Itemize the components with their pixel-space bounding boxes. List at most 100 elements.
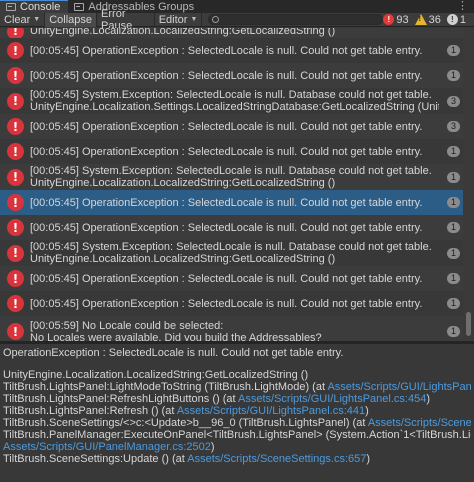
error-icon: ! xyxy=(7,295,24,312)
log-entry-text: UnityEngine.Localization.LocalizedString… xyxy=(30,28,439,37)
stack-frame-text: TiltBrush.SceneSettings:Update () (at xyxy=(3,453,188,465)
error-icon: ! xyxy=(7,92,24,110)
stack-frame: TiltBrush.SceneSettings/<>c:<Update>b__9… xyxy=(3,417,471,429)
log-entry-line: [00:05:45] System.Exception: SelectedLoc… xyxy=(30,241,432,253)
source-link[interactable]: Assets/Scripts/GUI/PanelManager.cs:2502 xyxy=(3,441,211,453)
collapse-count-badge: 1 xyxy=(447,247,460,259)
error-icon: ! xyxy=(7,42,24,59)
collapse-label: Collapse xyxy=(49,13,93,26)
error-icon: ! xyxy=(383,14,395,25)
log-entry[interactable]: ! [00:05:45] OperationException : Selecte… xyxy=(0,63,463,88)
log-entry-text: [00:05:45] OperationException : Selected… xyxy=(30,70,439,82)
error-icon: ! xyxy=(7,118,24,135)
log-list[interactable]: ! UnityEngine.Localization.LocalizedStrin… xyxy=(0,28,463,341)
log-entry[interactable]: ! [00:05:45] OperationException : Selecte… xyxy=(0,114,463,139)
log-entry-line: [00:05:59] No Locale could be selected: xyxy=(30,319,224,332)
editor-dropdown[interactable]: Editor ▼ xyxy=(155,12,203,27)
kebab-menu-icon[interactable]: ⋮ xyxy=(457,0,468,13)
chevron-down-icon: ▼ xyxy=(190,16,198,23)
console-icon xyxy=(6,3,16,11)
log-entry-line: UnityEngine.Localization.LocalizedString… xyxy=(30,28,336,37)
stack-frame-text: UnityEngine.Localization.LocalizedString… xyxy=(3,369,309,381)
collapse-count-badge: 1 xyxy=(447,298,460,309)
scrollbar-thumb[interactable] xyxy=(466,312,471,336)
log-entry-text: [00:05:45] OperationException : Selected… xyxy=(30,222,439,234)
error-icon: ! xyxy=(7,219,24,236)
log-entry[interactable]: ! [00:05:45] OperationException : Selecte… xyxy=(0,190,463,215)
log-entry-line: No Locales were available. Did you build… xyxy=(30,331,322,342)
collapse-count-badge: 1 xyxy=(447,273,460,284)
log-entry-line: [00:05:45] OperationException : Selected… xyxy=(30,120,423,133)
stack-frame: TiltBrush.LightsPanel:RefreshLightButton… xyxy=(3,393,471,405)
log-entry[interactable]: ! [00:05:59] No Locale could be selected:… xyxy=(0,316,463,341)
window-tab-bar: Console Addressables Groups ⋮ xyxy=(0,0,474,13)
collapse-count-badge: 1 xyxy=(447,197,460,208)
log-entry-line: [00:05:45] OperationException : Selected… xyxy=(30,44,423,57)
log-entry[interactable]: ! [00:05:45] OperationException : Selecte… xyxy=(0,291,463,316)
info-count-toggle[interactable]: ! 1 xyxy=(446,13,466,26)
log-entry-text: [00:05:45] System.Exception: SelectedLoc… xyxy=(30,241,439,265)
collapse-count-badge: 1 xyxy=(447,70,460,81)
source-link[interactable]: Assets/Scripts/GUI/LightsPanel.cs:485 xyxy=(327,381,471,393)
collapse-count-badge: 1 xyxy=(447,146,460,157)
log-entry-text: [00:05:59] No Locale could be selected: N… xyxy=(30,320,439,342)
log-entry-line: [00:05:45] OperationException : Selected… xyxy=(30,145,423,158)
log-entry[interactable]: ! [00:05:45] OperationException : Selecte… xyxy=(0,266,463,291)
error-icon: ! xyxy=(7,323,24,340)
stack-trace-panel: OperationException : SelectedLocale is n… xyxy=(0,344,474,482)
log-entry[interactable]: ! UnityEngine.Localization.LocalizedStrin… xyxy=(0,28,463,40)
error-icon: ! xyxy=(7,168,24,186)
log-entry-line: [00:05:45] System.Exception: SelectedLoc… xyxy=(30,165,432,177)
stack-frame-text: TiltBrush.SceneSettings/<>c:<Update>b__9… xyxy=(3,417,368,429)
log-entry-text: [00:05:45] OperationException : Selected… xyxy=(30,273,439,285)
clear-button[interactable]: Clear ▼ xyxy=(0,12,46,27)
collapse-count-badge: 1 xyxy=(447,171,460,183)
search-input[interactable] xyxy=(208,14,384,25)
log-counters: ! 93 ! 36 ! 1 xyxy=(383,14,474,26)
log-list-scrollbar[interactable] xyxy=(463,28,474,341)
log-entry-line: [00:05:45] OperationException : Selected… xyxy=(30,272,423,285)
addressables-icon xyxy=(74,2,85,11)
log-entry-text: [00:05:45] OperationException : Selected… xyxy=(30,197,439,209)
stack-frame: TiltBrush.SceneSettings:Update () (at As… xyxy=(3,453,471,465)
warning-count-toggle[interactable]: ! 36 xyxy=(414,14,441,26)
stack-frame-suffix: ) xyxy=(426,393,430,405)
clear-button-label: Clear xyxy=(4,13,31,26)
tab-console[interactable]: Console xyxy=(0,0,69,13)
log-entry-text: [00:05:45] OperationException : Selected… xyxy=(30,146,439,158)
log-entry[interactable]: ! [00:05:45] OperationException : Selecte… xyxy=(0,215,463,240)
stack-frame: TiltBrush.LightsPanel:Refresh () (at Ass… xyxy=(3,405,471,417)
source-link[interactable]: Assets/Scripts/GUI/LightsPanel.cs:454 xyxy=(238,393,426,405)
stack-frame: TiltBrush.PanelManager:ExecuteOnPanel<Ti… xyxy=(3,429,471,441)
info-count: 1 xyxy=(459,13,466,26)
error-count-toggle[interactable]: ! 93 xyxy=(383,13,409,26)
detail-message: OperationException : SelectedLocale is n… xyxy=(3,347,344,359)
log-entry-text: [00:05:45] System.Exception: SelectedLoc… xyxy=(30,89,439,113)
error-pause-toggle[interactable]: Error Pause xyxy=(97,8,155,32)
stack-frame-text: TiltBrush.LightsPanel:RefreshLightButton… xyxy=(3,393,238,405)
error-count: 93 xyxy=(396,13,409,26)
log-entry[interactable]: ! [00:05:45] System.Exception: SelectedLo… xyxy=(0,88,463,114)
log-entry[interactable]: ! [00:05:45] System.Exception: SelectedLo… xyxy=(0,240,463,266)
stack-frame: TiltBrush.LightsPanel:LightModeToString … xyxy=(3,381,471,393)
collapse-toggle[interactable]: Collapse xyxy=(45,12,98,27)
console-toolbar: Clear ▼ Collapse Error Pause Editor ▼ ! … xyxy=(0,8,474,32)
stack-frame-suffix: ) xyxy=(365,405,369,417)
source-link[interactable]: Assets/Scripts/GUI/LightsPanel.cs:441 xyxy=(177,405,365,417)
log-entry-text: [00:05:45] OperationException : Selected… xyxy=(30,298,439,310)
stack-trace: UnityEngine.Localization.LocalizedString… xyxy=(3,369,471,465)
log-entry[interactable]: ! [00:05:45] OperationException : Selecte… xyxy=(0,38,463,63)
warning-icon: ! xyxy=(414,14,427,25)
error-icon: ! xyxy=(7,244,24,262)
collapse-count-badge: 3 xyxy=(447,95,460,107)
search-icon xyxy=(212,16,220,23)
log-entry-line: [00:05:45] OperationException : Selected… xyxy=(30,221,423,234)
source-link[interactable]: Assets/Scripts/SceneSettings.cs:657 xyxy=(368,417,471,429)
error-icon: ! xyxy=(7,67,24,84)
source-link[interactable]: Assets/Scripts/SceneSettings.cs:657 xyxy=(187,453,366,465)
collapse-count-badge: 1 xyxy=(447,45,460,56)
log-entry-line: [00:05:45] OperationException : Selected… xyxy=(30,297,423,310)
chevron-down-icon[interactable]: ▼ xyxy=(33,16,40,23)
log-entry[interactable]: ! [00:05:45] OperationException : Selecte… xyxy=(0,139,463,164)
log-entry[interactable]: ! [00:05:45] System.Exception: SelectedLo… xyxy=(0,164,463,190)
